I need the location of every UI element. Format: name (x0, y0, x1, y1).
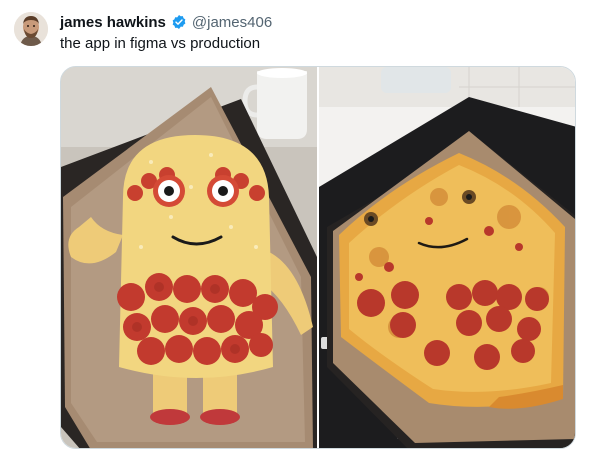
tweet-media[interactable] (60, 66, 576, 449)
tweet-text: the app in figma vs production (60, 35, 261, 52)
media-photo-figma[interactable] (61, 67, 317, 448)
tweet: james hawkins @james406 the app in figma… (0, 0, 592, 456)
avatar-image (14, 12, 48, 46)
tweet-header: james hawkins @james406 (60, 12, 272, 32)
author-handle[interactable]: @james406 (192, 14, 272, 31)
author-name[interactable]: james hawkins (60, 14, 166, 31)
avatar[interactable] (14, 12, 48, 46)
verified-badge-icon (171, 14, 187, 30)
media-photo-production[interactable] (319, 67, 575, 448)
